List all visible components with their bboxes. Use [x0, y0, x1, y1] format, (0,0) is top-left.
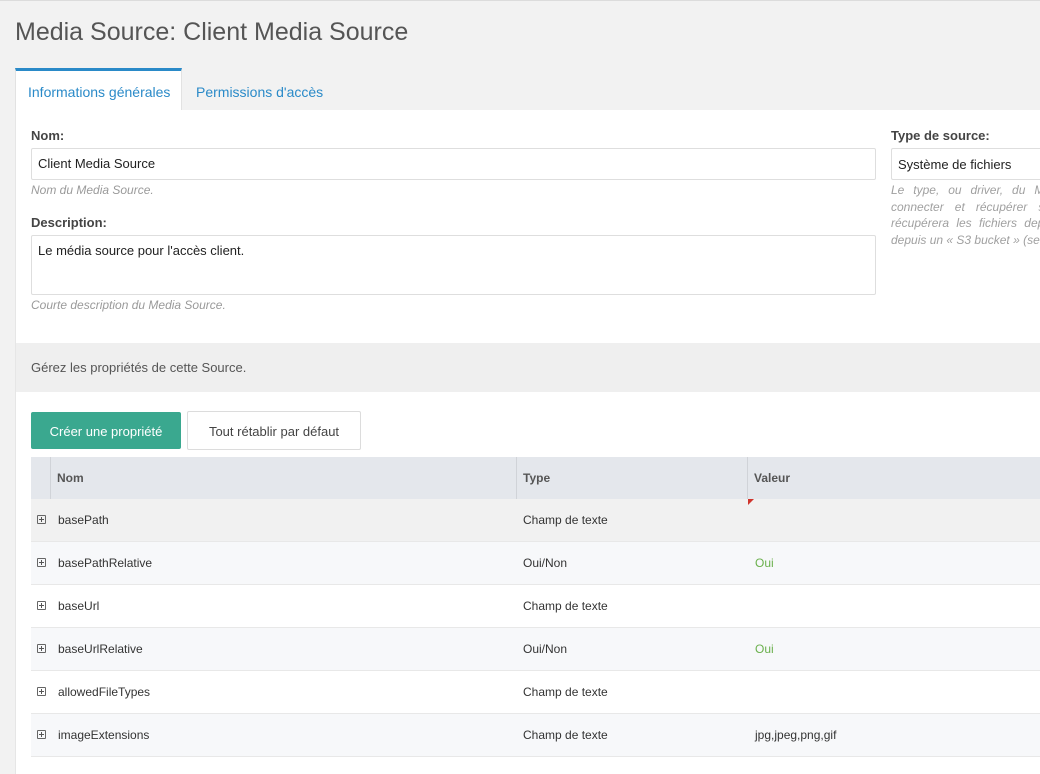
property-name: allowedFileTypes: [58, 685, 151, 699]
column-header-name[interactable]: Nom: [50, 457, 516, 499]
properties-grid: Nom Type Valeur basePath Champ de texte …: [31, 457, 1040, 774]
description-label: Description:: [31, 215, 107, 230]
description-textarea[interactable]: Le média source pour l'accès client.: [31, 235, 876, 295]
create-property-button[interactable]: Créer une propriété: [31, 412, 181, 449]
name-hint: Nom du Media Source.: [31, 183, 154, 197]
tab-access-permissions[interactable]: Permissions d'accès: [195, 68, 323, 110]
expand-row-icon[interactable]: [37, 644, 46, 653]
property-value[interactable]: Oui: [755, 542, 774, 585]
table-row[interactable]: baseUrlRelative Oui/Non Oui: [31, 628, 1040, 671]
table-row[interactable]: allowedFileTypes Champ de texte: [31, 671, 1040, 714]
name-label: Nom:: [31, 128, 65, 143]
property-type: Champ de texte: [523, 599, 608, 613]
property-value[interactable]: jpg,jpeg,png,gif: [755, 714, 836, 757]
column-header-type[interactable]: Type: [516, 457, 747, 499]
page-title: Media Source: Client Media Source: [15, 18, 409, 46]
expand-row-icon[interactable]: [37, 687, 46, 696]
property-type: Champ de texte: [523, 728, 608, 742]
reset-defaults-button[interactable]: Tout rétablir par défaut: [187, 411, 361, 450]
expand-row-icon[interactable]: [37, 601, 46, 610]
property-type: Oui/Non: [523, 556, 568, 570]
column-header-value[interactable]: Valeur: [747, 457, 1040, 499]
property-name: baseUrlRelative: [58, 642, 143, 656]
modified-marker-icon: [748, 499, 754, 505]
tab-general-info[interactable]: Informations générales: [15, 68, 182, 110]
property-type: Oui/Non: [523, 642, 568, 656]
source-type-select[interactable]: Système de fichiers: [891, 148, 1040, 180]
table-row[interactable]: imageExtensions Champ de texte jpg,jpeg,…: [31, 714, 1040, 757]
property-type: Champ de texte: [523, 685, 608, 699]
description-hint: Courte description du Media Source.: [31, 298, 226, 312]
expand-row-icon[interactable]: [37, 515, 46, 524]
property-name: baseUrl: [58, 599, 100, 613]
source-type-hint: Le type, ou driver, du Me connecter et r…: [891, 183, 1040, 247]
tab-bar: Informations générales Permissions d'acc…: [15, 68, 1040, 110]
property-type: Champ de texte: [523, 513, 608, 527]
table-row[interactable]: baseUrl Champ de texte: [31, 585, 1040, 628]
table-row[interactable]: basePathRelative Oui/Non Oui: [31, 542, 1040, 585]
property-name: basePathRelative: [58, 556, 153, 570]
page-top-border: [0, 0, 1040, 1]
source-type-label: Type de source:: [891, 128, 990, 143]
name-input[interactable]: Client Media Source: [31, 148, 876, 180]
expand-row-icon[interactable]: [37, 730, 46, 739]
property-name: imageExtensions: [58, 728, 150, 742]
table-row[interactable]: basePath Champ de texte: [31, 499, 1040, 542]
property-name: basePath: [58, 513, 109, 527]
properties-intro-band: Gérez les propriétés de cette Source.: [16, 343, 1040, 392]
general-info-panel: Nom: Client Media Source Nom du Media So…: [15, 110, 1040, 774]
grid-header-expander-col: [31, 457, 50, 499]
expand-row-icon[interactable]: [37, 558, 46, 567]
property-value[interactable]: Oui: [755, 628, 774, 671]
grid-header: Nom Type Valeur: [31, 457, 1040, 500]
properties-intro-text: Gérez les propriétés de cette Source.: [31, 360, 247, 375]
